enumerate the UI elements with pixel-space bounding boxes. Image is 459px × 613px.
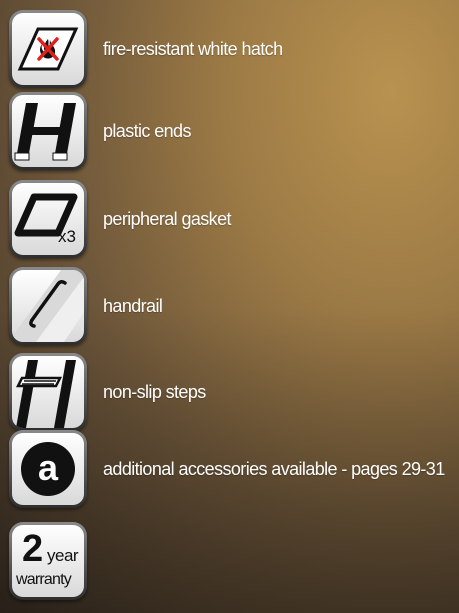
feature-row-steps: non-slip steps (9, 353, 206, 431)
feature-row-gasket: x3 peripheral gasket (9, 180, 231, 258)
plastic-ends-icon (9, 92, 87, 170)
feature-label: additional accessories available - pages… (103, 458, 445, 479)
non-slip-steps-icon (9, 353, 87, 431)
feature-row-accessories: a additional accessories available - pag… (9, 430, 445, 508)
feature-row-handrail: handrail (9, 267, 163, 345)
feature-row-fire-resistant: fire-resistant white hatch (9, 10, 283, 88)
handrail-icon (9, 267, 87, 345)
accessories-letter: a (38, 447, 59, 488)
feature-row-plastic-ends: plastic ends (9, 92, 191, 170)
fire-resistant-hatch-icon (9, 10, 87, 88)
feature-label: fire-resistant white hatch (103, 38, 283, 59)
feature-label: peripheral gasket (103, 208, 231, 229)
peripheral-gasket-icon: x3 (9, 180, 87, 258)
feature-row-warranty: 2 year warranty (9, 522, 87, 600)
feature-label: non-slip steps (103, 381, 206, 402)
warranty-number: 2 (22, 528, 44, 570)
feature-label: plastic ends (103, 120, 191, 141)
warranty-icon: 2 year warranty (9, 522, 87, 600)
feature-label: handrail (103, 295, 163, 316)
gasket-count-badge: x3 (58, 227, 76, 246)
warranty-unit: year (47, 546, 79, 565)
warranty-word: warranty (16, 571, 72, 588)
accessories-icon: a (9, 430, 87, 508)
